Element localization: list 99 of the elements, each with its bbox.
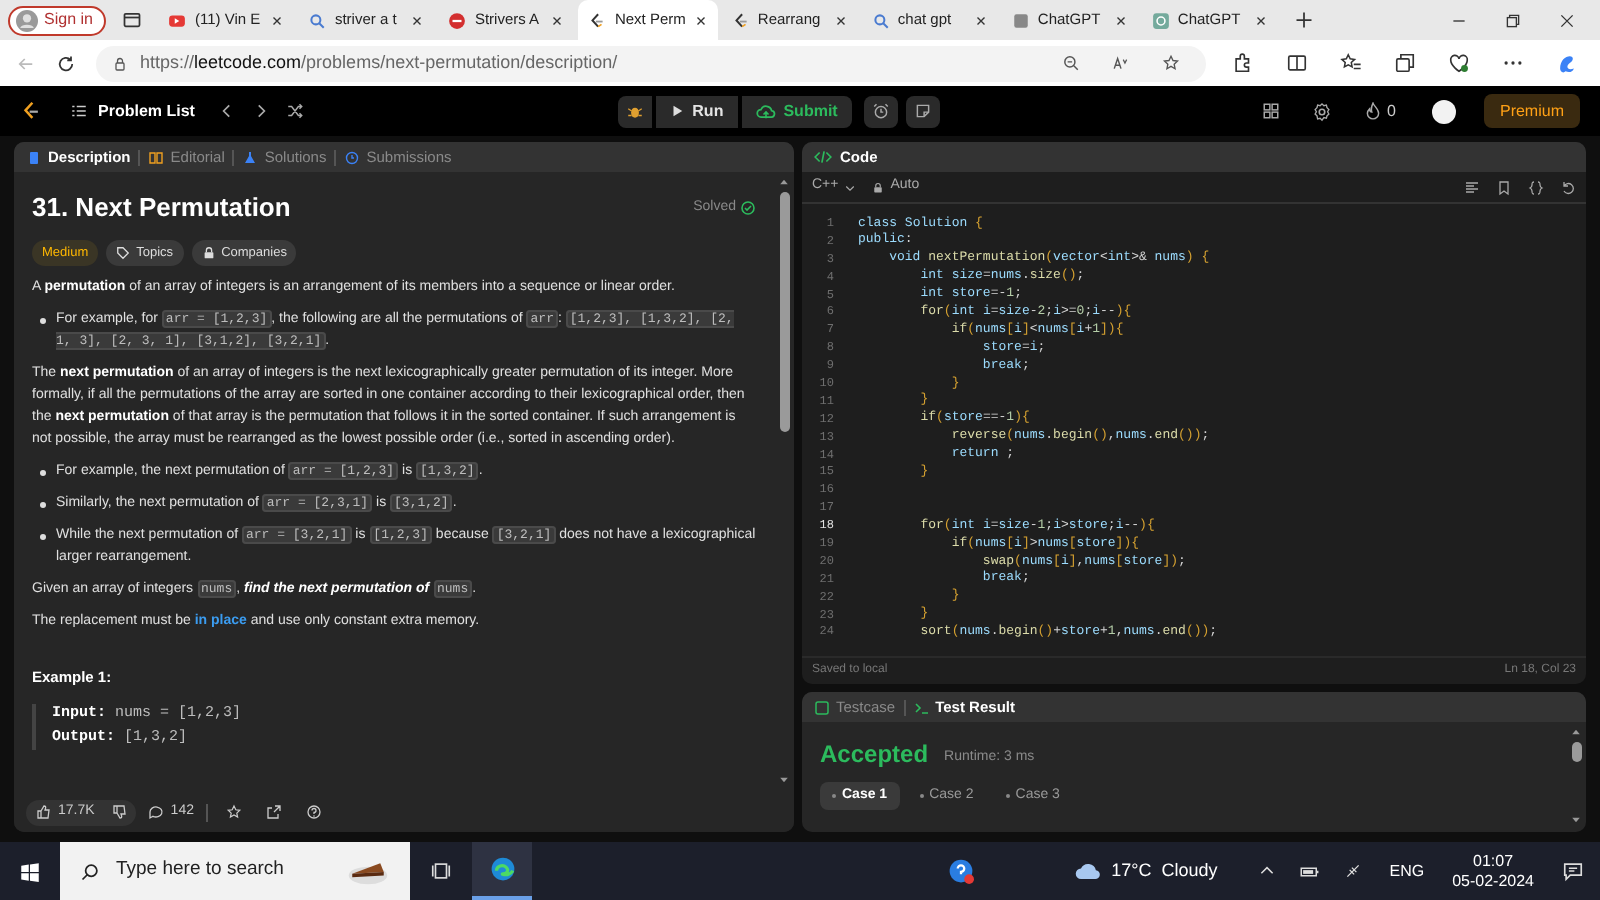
- leetcode-logo-icon: [588, 11, 607, 29]
- cloud-upload-icon: [755, 101, 776, 121]
- format-icon[interactable]: [1464, 179, 1480, 195]
- checkbox-icon: [814, 699, 830, 715]
- reset-icon[interactable]: [1560, 179, 1576, 195]
- clock-icon: [344, 149, 361, 165]
- close-icon[interactable]: [1253, 13, 1268, 27]
- bug-icon: [626, 102, 645, 120]
- star-icon[interactable]: [225, 804, 242, 820]
- url-text: https://leetcode.com/problems/next-permutation/description/: [140, 49, 620, 76]
- lock-icon: [872, 181, 885, 193]
- close-icon[interactable]: [550, 13, 565, 27]
- verdict-label: Accepted: [820, 738, 929, 772]
- puzzle-icon[interactable]: [1232, 52, 1254, 74]
- lock-icon: [201, 245, 216, 260]
- restore-icon[interactable]: [1504, 11, 1522, 29]
- close-icon[interactable]: [1558, 11, 1576, 29]
- braces-icon[interactable]: [1528, 179, 1544, 195]
- scrollbar-thumb[interactable]: [1571, 742, 1581, 762]
- timer-button[interactable]: [863, 95, 898, 127]
- flask-icon: [242, 149, 259, 165]
- leetcode-logo-icon: [731, 11, 750, 29]
- site-icon: [448, 11, 467, 29]
- scroll-down-icon[interactable]: [1570, 814, 1582, 826]
- clock-time[interactable]: 01:07: [1473, 851, 1514, 871]
- new-tab-icon[interactable]: [1293, 10, 1314, 30]
- collections-icon[interactable]: [1394, 52, 1416, 74]
- browser-taskbar-button[interactable]: [472, 842, 532, 900]
- close-icon[interactable]: [1113, 13, 1128, 27]
- heart-pulse-icon[interactable]: [1448, 52, 1470, 74]
- settings-icon[interactable]: [1311, 101, 1332, 121]
- scrollbar-thumb[interactable]: [779, 192, 789, 432]
- close-icon[interactable]: [833, 13, 848, 27]
- address-field[interactable]: https://leetcode.com/problems/next-permutation/description/: [96, 45, 1206, 81]
- read-aloud-icon[interactable]: [1112, 54, 1130, 72]
- taskbar-search-field[interactable]: Type here to search: [60, 842, 410, 900]
- check-circle-icon: [740, 199, 756, 216]
- streak-count: 0: [1387, 99, 1396, 123]
- scroll-up-icon[interactable]: [778, 176, 790, 188]
- search-icon: [308, 11, 327, 29]
- premium-button[interactable]: Premium: [1483, 94, 1580, 128]
- share-icon[interactable]: [265, 804, 282, 820]
- alarm-clock-icon: [871, 102, 890, 120]
- profile-icon: [16, 9, 38, 31]
- flame-icon: [1363, 102, 1382, 120]
- notes-button[interactable]: [905, 95, 940, 127]
- note-icon: [913, 102, 932, 120]
- lock-icon: [112, 55, 128, 71]
- comment-icon: [148, 804, 165, 820]
- shuffle-icon[interactable]: [286, 102, 305, 120]
- problem-title: 31. Next Permutation: [32, 190, 291, 226]
- windows-start-icon[interactable]: [20, 861, 40, 881]
- favorite-star-icon[interactable]: [1162, 54, 1180, 72]
- network-icon[interactable]: [1343, 862, 1362, 880]
- split-screen-icon[interactable]: [1286, 52, 1308, 74]
- submit-button[interactable]: Submit: [741, 95, 852, 127]
- terminal-icon: [913, 699, 930, 715]
- list-icon: [70, 102, 88, 120]
- scroll-up-icon[interactable]: [1570, 726, 1582, 738]
- run-button[interactable]: Run: [656, 95, 738, 127]
- search-placeholder: Type here to search: [116, 856, 286, 885]
- close-icon[interactable]: [410, 13, 425, 27]
- leetcode-logo-icon[interactable]: [20, 100, 42, 122]
- close-icon[interactable]: [693, 13, 708, 27]
- help-icon[interactable]: [305, 804, 322, 820]
- layout-grid-icon[interactable]: [1261, 102, 1280, 120]
- problem-list-button[interactable]: Problem List: [70, 99, 195, 123]
- clock-date[interactable]: 05-02-2024: [1452, 871, 1534, 891]
- chat-logo-icon: [1151, 11, 1170, 29]
- input-language[interactable]: ENG: [1389, 859, 1425, 883]
- sign-in-button[interactable]: Sign in: [8, 5, 107, 35]
- bookmark-icon[interactable]: [1496, 179, 1512, 195]
- thumbs-down-icon: [112, 804, 129, 820]
- tag-icon: [116, 245, 131, 260]
- task-view-icon[interactable]: [430, 860, 452, 882]
- notifications-icon[interactable]: [1562, 860, 1584, 882]
- browser-swirl-icon: [489, 856, 515, 882]
- avatar-icon[interactable]: [1431, 99, 1456, 123]
- scroll-down-icon[interactable]: [778, 774, 790, 786]
- help-badge-icon[interactable]: [947, 858, 974, 884]
- copilot-icon[interactable]: [1556, 52, 1578, 74]
- reload-icon[interactable]: [56, 53, 76, 73]
- document-icon: [26, 149, 42, 165]
- chevron-down-icon: [844, 181, 857, 193]
- zoom-out-icon[interactable]: [1062, 54, 1080, 72]
- code-icon: [814, 148, 832, 166]
- search-icon: [80, 861, 100, 881]
- favorites-icon[interactable]: [1340, 52, 1362, 74]
- thumbs-up-icon: [36, 804, 52, 820]
- debug-button[interactable]: [618, 95, 653, 127]
- play-icon: [670, 104, 685, 118]
- search-icon: [871, 11, 890, 29]
- book-icon: [148, 149, 165, 165]
- play-icon: [168, 11, 187, 29]
- close-icon[interactable]: [973, 13, 988, 27]
- weather-widget[interactable]: 17°C Cloudy: [1073, 857, 1218, 885]
- close-icon[interactable]: [270, 13, 285, 27]
- tab-actions-icon[interactable]: [122, 10, 143, 30]
- square-icon: [1011, 11, 1030, 29]
